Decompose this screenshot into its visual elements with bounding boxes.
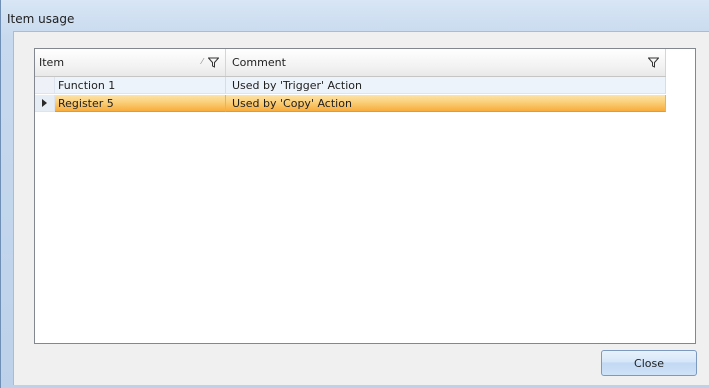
grid-header: Item ⁄ Comment xyxy=(35,49,666,77)
close-button[interactable]: Close xyxy=(601,350,697,376)
column-header-item-label: Item xyxy=(39,56,65,69)
title-bar: Item usage xyxy=(7,8,74,30)
usage-grid[interactable]: Item ⁄ Comment Function 1 Used by 'Trigg… xyxy=(34,48,696,344)
table-row-selected[interactable]: Register 5 Used by 'Copy' Action xyxy=(35,95,666,112)
column-header-comment-label: Comment xyxy=(232,56,286,69)
filter-icon[interactable] xyxy=(648,57,659,68)
window-title: Item usage xyxy=(7,12,75,26)
dialog-client-area: Item ⁄ Comment Function 1 Used by 'Trigg… xyxy=(13,31,709,385)
column-header-comment[interactable]: Comment xyxy=(226,49,666,76)
cell-comment[interactable]: Used by 'Trigger' Action xyxy=(226,77,666,94)
cell-comment[interactable]: Used by 'Copy' Action xyxy=(226,95,666,112)
cell-item[interactable]: Register 5 xyxy=(55,95,226,112)
cell-item[interactable]: Function 1 xyxy=(55,77,226,94)
item-usage-window: Item usage Item ⁄ Comment Function 1 Use… xyxy=(0,0,709,388)
row-indicator[interactable] xyxy=(35,77,55,94)
table-row[interactable]: Function 1 Used by 'Trigger' Action xyxy=(35,77,666,94)
current-row-arrow-icon xyxy=(42,99,47,107)
row-indicator[interactable] xyxy=(35,95,55,112)
filter-icon[interactable] xyxy=(208,57,219,68)
sort-ascending-icon: ⁄ xyxy=(201,57,203,66)
column-header-item[interactable]: Item ⁄ xyxy=(35,49,226,76)
